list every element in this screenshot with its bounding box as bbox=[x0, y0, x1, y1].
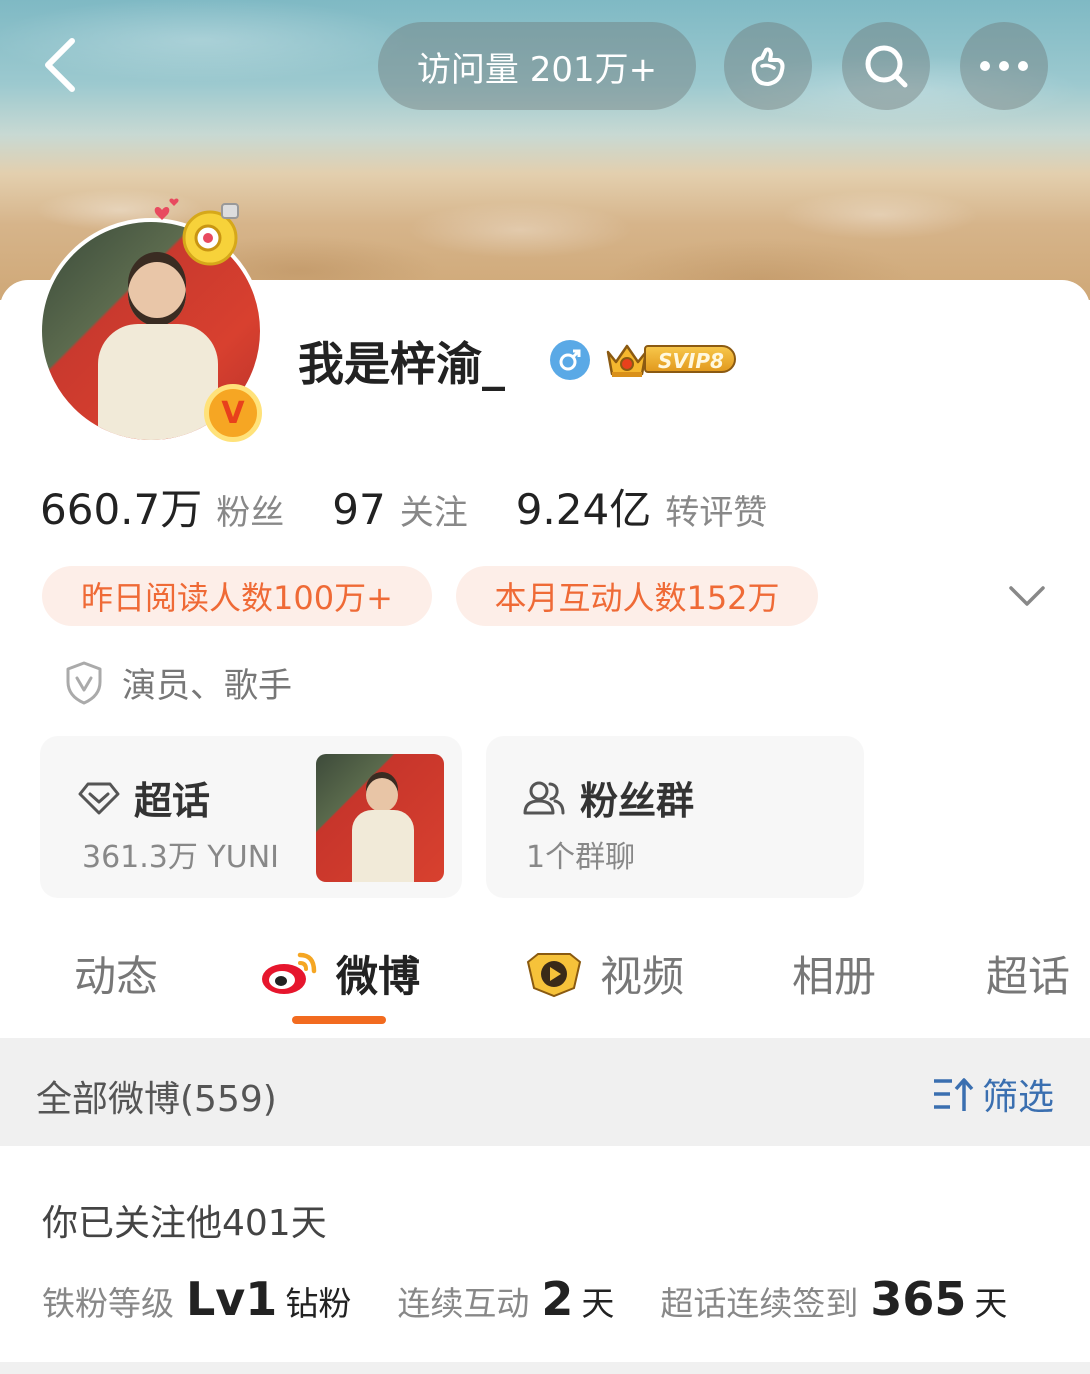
chevron-down-icon[interactable] bbox=[1006, 578, 1048, 614]
checkin-value: 365 bbox=[870, 1272, 967, 1326]
active-tab-indicator bbox=[292, 1016, 386, 1024]
fan-status-card[interactable]: 你已关注他401天 铁粉等级 Lv1 钻粉 连续互动 2 天 超话连续签到 36… bbox=[0, 1146, 1090, 1362]
fan-level-value: Lv1 bbox=[186, 1272, 278, 1326]
weibo-icon bbox=[262, 952, 317, 994]
svip-badge[interactable]: SVIP8 bbox=[604, 338, 746, 380]
all-weibo-count[interactable]: 全部微博(559) bbox=[36, 1070, 277, 1122]
supertopic-card[interactable]: 超话 361.3万 YUNI bbox=[40, 736, 462, 898]
avatar-decoration-icon bbox=[154, 198, 239, 266]
supertopic-title-row: 超话 bbox=[78, 770, 210, 825]
interact-label: 连续互动 bbox=[397, 1284, 530, 1323]
video-icon bbox=[526, 953, 582, 998]
stats-row: 660.7万 粉丝 97 关注 9.24亿 转评赞 bbox=[40, 476, 815, 537]
following-label[interactable]: 关注 bbox=[400, 485, 468, 534]
tab-dynamics[interactable]: 动态 bbox=[74, 940, 158, 1006]
daily-readers-tag[interactable]: 昨日阅读人数100万+ bbox=[42, 566, 432, 626]
svip-label: SVIP8 bbox=[644, 345, 736, 373]
verified-badge: V bbox=[204, 384, 262, 442]
followers-count[interactable]: 660.7万 bbox=[40, 476, 202, 537]
role-text: 演员、歌手 bbox=[122, 666, 292, 706]
tab-video[interactable]: 视频 bbox=[524, 940, 684, 1006]
checkin-label: 超话连续签到 bbox=[660, 1284, 859, 1323]
profile-name: 我是梓渝_ bbox=[298, 337, 505, 391]
filter-icon bbox=[934, 1078, 974, 1111]
visits-counter[interactable]: 访问量 201万+ bbox=[378, 22, 696, 110]
search-button[interactable] bbox=[842, 22, 930, 110]
search-icon bbox=[865, 45, 908, 88]
follow-days-text: 你已关注他401天 bbox=[42, 1203, 327, 1244]
male-icon bbox=[550, 340, 590, 380]
interact-value: 2 bbox=[541, 1272, 574, 1326]
supertopic-thumbnail bbox=[316, 754, 444, 882]
following-count[interactable]: 97 bbox=[332, 485, 385, 534]
supertopic-subtitle: 361.3万 YUNI bbox=[82, 840, 279, 875]
tab-weibo[interactable]: 微博 bbox=[260, 940, 420, 1006]
back-button[interactable] bbox=[30, 30, 90, 100]
bottom-divider bbox=[0, 1362, 1090, 1374]
checkin-unit: 天 bbox=[974, 1284, 1008, 1323]
monthly-interactions-tag[interactable]: 本月互动人数152万 bbox=[456, 566, 818, 626]
fan-level-unit: 钻粉 bbox=[285, 1284, 352, 1323]
interact-unit: 天 bbox=[581, 1284, 615, 1323]
fan-stats-row: 铁粉等级 Lv1 钻粉 连续互动 2 天 超话连续签到 365 天 bbox=[42, 1272, 1007, 1326]
more-button[interactable] bbox=[960, 22, 1048, 110]
shield-icon bbox=[66, 661, 102, 704]
tab-supertopic[interactable]: 超话 bbox=[986, 940, 1070, 1006]
fan-group-card[interactable]: 粉丝群 1个群聊 bbox=[486, 736, 864, 898]
avatar-person bbox=[98, 262, 218, 440]
content-tabs: 动态 微博 视频 相册 超话 bbox=[0, 940, 1090, 1036]
back-icon bbox=[45, 38, 75, 92]
role-row: 演员、歌手 bbox=[64, 658, 292, 707]
visits-label: 访问量 201万+ bbox=[416, 49, 658, 90]
fan-group-subtitle: 1个群聊 bbox=[526, 840, 636, 875]
more-icon bbox=[980, 61, 1028, 71]
filter-bar: 全部微博(559) 筛选 bbox=[0, 1038, 1090, 1146]
engagement-label[interactable]: 转评赞 bbox=[665, 485, 767, 534]
followers-label[interactable]: 粉丝 bbox=[216, 485, 284, 534]
tab-album[interactable]: 相册 bbox=[792, 940, 876, 1006]
filter-label: 筛选 bbox=[982, 1077, 1055, 1118]
gift-icon bbox=[751, 47, 785, 86]
filter-button[interactable]: 筛选 bbox=[932, 1068, 1054, 1120]
gift-button[interactable] bbox=[724, 22, 812, 110]
diamond-icon bbox=[78, 782, 120, 814]
supertopic-title: 超话 bbox=[134, 779, 211, 823]
fan-group-title-row: 粉丝群 bbox=[522, 770, 694, 825]
group-icon bbox=[523, 781, 565, 814]
engagement-count[interactable]: 9.24亿 bbox=[516, 476, 652, 537]
fan-level-label: 铁粉等级 bbox=[42, 1284, 174, 1323]
fan-group-title: 粉丝群 bbox=[580, 779, 695, 823]
